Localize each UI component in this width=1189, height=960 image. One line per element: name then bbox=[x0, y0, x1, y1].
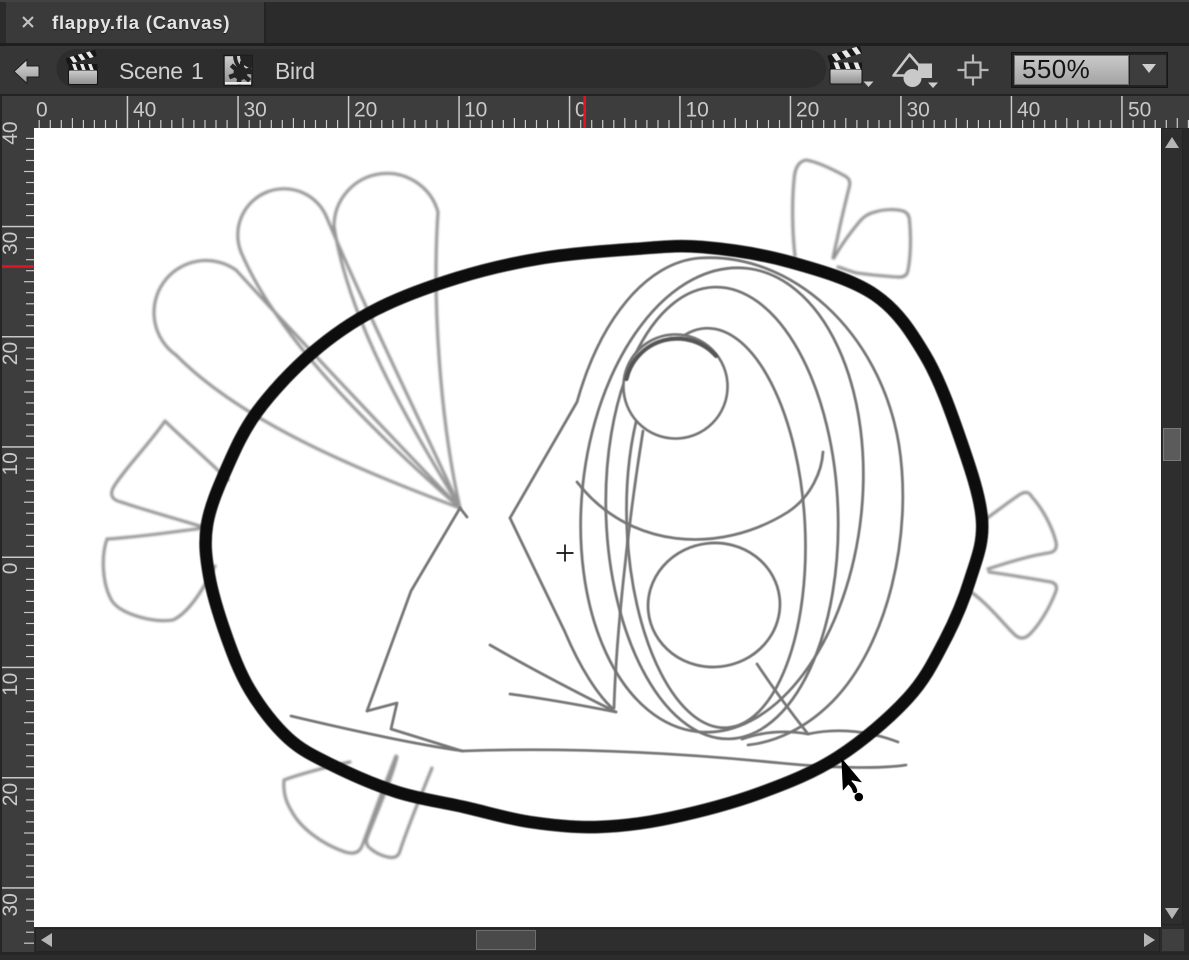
svg-text:50: 50 bbox=[1128, 99, 1151, 122]
svg-text:10: 10 bbox=[0, 452, 22, 475]
svg-text:30: 30 bbox=[244, 99, 267, 122]
svg-text:40: 40 bbox=[0, 121, 22, 144]
svg-text:10: 10 bbox=[464, 99, 487, 122]
svg-text:20: 20 bbox=[0, 342, 22, 365]
svg-text:10: 10 bbox=[0, 673, 22, 696]
svg-text:40: 40 bbox=[1017, 99, 1040, 122]
svg-text:20: 20 bbox=[354, 99, 377, 122]
svg-text:20: 20 bbox=[796, 99, 819, 122]
svg-text:0: 0 bbox=[36, 99, 48, 122]
svg-text:30: 30 bbox=[0, 893, 22, 916]
svg-text:30: 30 bbox=[907, 99, 930, 122]
svg-text:0: 0 bbox=[0, 563, 22, 575]
svg-text:20: 20 bbox=[0, 783, 22, 806]
svg-text:30: 30 bbox=[0, 232, 22, 255]
svg-text:40: 40 bbox=[133, 99, 156, 122]
svg-text:10: 10 bbox=[686, 99, 709, 122]
